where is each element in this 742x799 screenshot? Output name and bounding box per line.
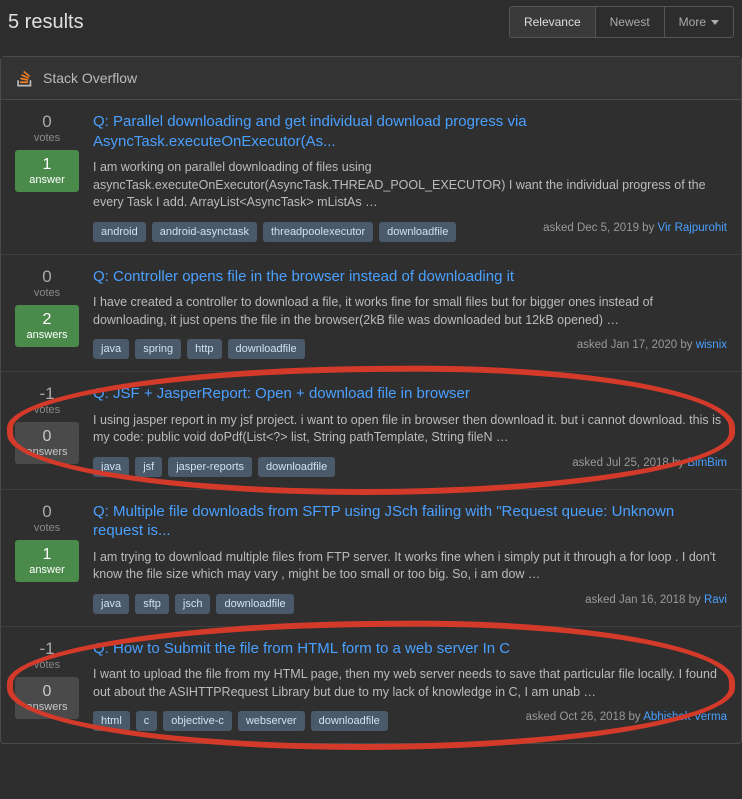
tag[interactable]: downloadfile	[228, 339, 305, 359]
tag[interactable]: java	[93, 457, 129, 477]
result-content: Q: How to Submit the file from HTML form…	[93, 639, 727, 732]
result-title-link[interactable]: Q: How to Submit the file from HTML form…	[93, 640, 510, 657]
answer-count: 0answers	[15, 422, 79, 464]
answer-count: 1answer	[15, 150, 79, 192]
tab-more[interactable]: More	[665, 7, 733, 37]
search-result: 0votes 2answers Q: Controller opens file i…	[1, 255, 741, 373]
tag[interactable]: downloadfile	[258, 457, 335, 477]
tag[interactable]: http	[187, 339, 221, 359]
result-stats: -1votes 0answers	[15, 639, 79, 732]
result-content: Q: JSF + JasperReport: Open + download f…	[93, 384, 727, 477]
tag[interactable]: android	[93, 222, 146, 242]
tag[interactable]: jsch	[175, 594, 211, 614]
tag[interactable]: java	[93, 339, 129, 359]
search-result: -1votes 0answers Q: JSF + JasperReport: Op…	[1, 372, 741, 490]
vote-count: 0votes	[15, 112, 79, 144]
sort-tabs: Relevance Newest More	[509, 6, 734, 38]
tag[interactable]: downloadfile	[216, 594, 293, 614]
tag[interactable]: c	[136, 711, 158, 731]
result-stats: 0votes 2answers	[15, 267, 79, 360]
results-count: 5 results	[8, 11, 84, 34]
result-title-link[interactable]: Q: JSF + JasperReport: Open + download f…	[93, 385, 470, 402]
asked-info: asked Jan 16, 2018 by Ravi	[585, 594, 727, 606]
result-content: Q: Parallel downloading and get individu…	[93, 112, 727, 242]
search-result: 0votes 1answer Q: Parallel downloading and…	[1, 100, 741, 255]
answer-count: 2answers	[15, 305, 79, 347]
author-link[interactable]: Ravi	[704, 594, 727, 606]
tab-newest[interactable]: Newest	[596, 7, 665, 37]
tag[interactable]: java	[93, 594, 129, 614]
result-title-link[interactable]: Q: Multiple file downloads from SFTP usi…	[93, 503, 674, 540]
vote-count: -1votes	[15, 639, 79, 671]
tag-list: android android-asynctask threadpoolexecut…	[93, 222, 456, 242]
result-stats: 0votes 1answer	[15, 502, 79, 614]
result-excerpt: I am trying to download multiple files f…	[93, 549, 727, 584]
panel-title: Stack Overflow	[43, 70, 137, 86]
asked-info: asked Jan 17, 2020 by wisnix	[577, 339, 727, 351]
tag[interactable]: jasper-reports	[168, 457, 252, 477]
vote-count: -1votes	[15, 384, 79, 416]
panel-header: Stack Overflow	[1, 57, 741, 100]
stackoverflow-icon	[15, 69, 33, 87]
tab-relevance[interactable]: Relevance	[510, 7, 596, 37]
asked-info: asked Jul 25, 2018 by BimBim	[572, 457, 727, 469]
author-link[interactable]: Vir Rajpurohit	[658, 222, 727, 234]
author-link[interactable]: BimBim	[687, 457, 727, 469]
author-link[interactable]: wisnix	[696, 339, 727, 351]
result-content: Q: Controller opens file in the browser …	[93, 267, 727, 360]
tag-list: htmlcobjective-c webserver downloadfile	[93, 711, 388, 731]
result-excerpt: I have created a controller to download …	[93, 294, 727, 329]
tag[interactable]: spring	[135, 339, 181, 359]
search-result: 0votes 1answer Q: Multiple file downloads …	[1, 490, 741, 627]
tag-list: java spring http downloadfile	[93, 339, 305, 359]
result-excerpt: I using jasper report in my jsf project.…	[93, 412, 727, 447]
tag[interactable]: sftp	[135, 594, 169, 614]
tag-list: java sftp jschdownloadfile	[93, 594, 294, 614]
result-excerpt: I am working on parallel downloading of …	[93, 159, 727, 212]
tag[interactable]: objective-c	[163, 711, 232, 731]
chevron-down-icon	[711, 20, 719, 25]
answer-count: 1answer	[15, 540, 79, 582]
result-excerpt: I want to upload the file from my HTML p…	[93, 666, 727, 701]
tag[interactable]: html	[93, 711, 130, 731]
tag[interactable]: downloadfile	[311, 711, 388, 731]
result-title-link[interactable]: Q: Controller opens file in the browser …	[93, 268, 514, 285]
vote-count: 0votes	[15, 502, 79, 534]
asked-info: asked Dec 5, 2019 by Vir Rajpurohit	[543, 222, 727, 234]
tag[interactable]: android-asynctask	[152, 222, 257, 242]
vote-count: 0votes	[15, 267, 79, 299]
tag[interactable]: downloadfile	[379, 222, 456, 242]
tag[interactable]: jsf	[135, 457, 162, 477]
tag[interactable]: threadpoolexecutor	[263, 222, 373, 242]
author-link[interactable]: Abhishek Verma	[643, 711, 727, 723]
result-content: Q: Multiple file downloads from SFTP usi…	[93, 502, 727, 614]
result-stats: -1votes 0answers	[15, 384, 79, 477]
asked-info: asked Oct 26, 2018 by Abhishek Verma	[526, 711, 727, 723]
tag[interactable]: webserver	[238, 711, 305, 731]
result-stats: 0votes 1answer	[15, 112, 79, 242]
search-result: -1votes 0answers Q: How to Submit the file…	[1, 627, 741, 744]
answer-count: 0answers	[15, 677, 79, 719]
tag-list: javajsf jasper-reports downloadfile	[93, 457, 335, 477]
result-title-link[interactable]: Q: Parallel downloading and get individu…	[93, 113, 527, 150]
